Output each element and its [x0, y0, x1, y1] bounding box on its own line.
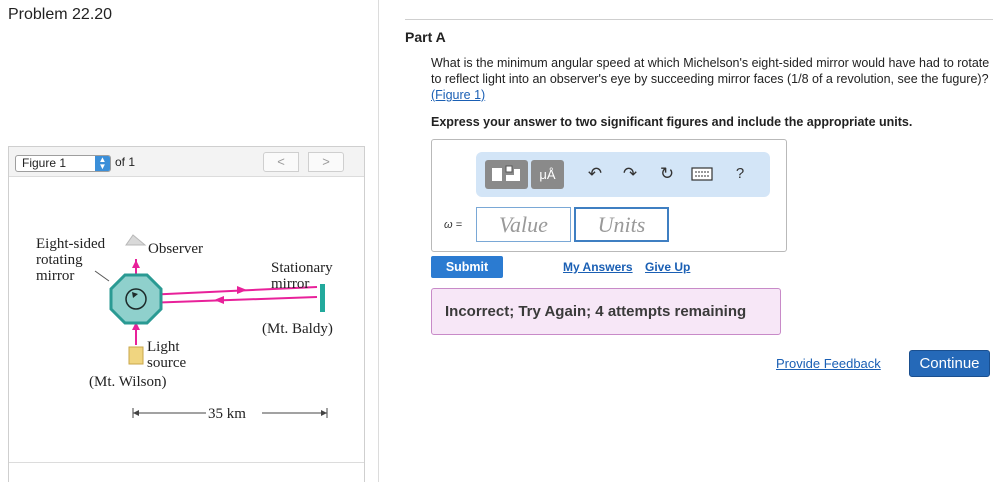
octagon-mirror	[109, 273, 163, 325]
value-input[interactable]: Value	[476, 207, 571, 242]
stationary-mirror	[320, 284, 325, 312]
mt-wilson-label: (Mt. Wilson)	[89, 374, 166, 390]
reset-icon[interactable]: ↻	[655, 163, 679, 185]
units-button[interactable]: μÅ	[531, 160, 564, 189]
my-answers-link[interactable]: My Answers	[563, 260, 633, 274]
question-text: What is the minimum angular speed at whi…	[431, 55, 991, 103]
mt-baldy-label: (Mt. Baldy)	[262, 321, 333, 337]
template-button[interactable]	[485, 160, 528, 189]
light-source-icon	[128, 346, 144, 365]
redo-icon[interactable]: ↷	[618, 163, 642, 185]
panel-divider	[378, 0, 379, 482]
michelson-diagram: Eight-sided rotating mirror Observer Sta…	[36, 234, 333, 422]
give-up-link[interactable]: Give Up	[645, 260, 690, 274]
provide-feedback-link[interactable]: Provide Feedback	[776, 356, 881, 371]
figure-count: of 1	[115, 155, 136, 169]
units-input[interactable]: Units	[574, 207, 669, 242]
figure-panel: Figure 1 ▲ ▼ of 1 < > Eight-sided rotati…	[8, 146, 365, 482]
feedback-message: Incorrect; Try Again; 4 attempts remaini…	[431, 288, 781, 335]
variable-label: ω =	[444, 219, 463, 231]
observer-label: Observer	[148, 241, 203, 257]
light-label-line2: source	[147, 355, 186, 371]
undo-icon[interactable]: ↶	[583, 163, 607, 185]
figure-toolbar: Figure 1 ▲ ▼ of 1 < >	[9, 147, 364, 177]
stationary-label-line2: mirror	[271, 276, 309, 292]
stationary-label-line1: Stationary	[271, 260, 333, 276]
arrow-right-icon	[237, 286, 247, 294]
figure-select[interactable]: Figure 1 ▲ ▼	[15, 155, 111, 172]
next-figure-button[interactable]: >	[308, 152, 344, 172]
equation-toolbar: μÅ ↶ ↷ ↻ ?	[476, 152, 770, 197]
problem-title: Problem 22.20	[8, 6, 113, 23]
figure-link[interactable]: (Figure 1)	[431, 88, 485, 102]
light-label-line1: Light	[147, 339, 180, 355]
mirror-label-line1: Eight-sided	[36, 236, 106, 252]
arrow-left-icon	[214, 296, 224, 304]
continue-button[interactable]: Continue	[909, 350, 990, 377]
help-button[interactable]: ?	[728, 163, 752, 185]
template-icon	[492, 165, 520, 181]
instruction-text: Express your answer to two significant f…	[431, 115, 913, 129]
observer-eye-icon	[125, 234, 147, 246]
select-caret-icon: ▲ ▼	[95, 156, 110, 171]
figure-bottom-divider	[9, 462, 364, 463]
mirror-label-line2: rotating	[36, 252, 83, 268]
header-divider	[405, 19, 993, 20]
distance-label: 35 km	[208, 406, 246, 422]
submit-button[interactable]: Submit	[431, 256, 503, 278]
prev-figure-button[interactable]: <	[263, 152, 299, 172]
answer-box: μÅ ↶ ↷ ↻ ? ω = Value Units	[431, 139, 787, 252]
mirror-label-line3: mirror	[36, 268, 74, 284]
keyboard-icon[interactable]	[690, 163, 714, 185]
question-body: What is the minimum angular speed at whi…	[431, 56, 990, 86]
beam-return	[144, 296, 318, 304]
figure-select-value: Figure 1	[22, 156, 67, 170]
arrow-up-icon	[132, 260, 140, 268]
part-label: Part A	[405, 29, 446, 45]
